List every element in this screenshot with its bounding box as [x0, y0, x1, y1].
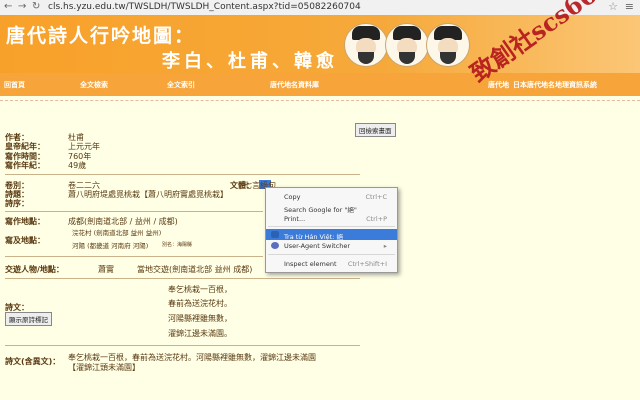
title-value: 蕭八明府堤處覓桃栽【蕭八明府實處覓桃栽】	[68, 190, 228, 199]
menu-separator	[268, 254, 395, 255]
divider	[5, 211, 263, 212]
user-agent-extension-icon	[271, 242, 279, 249]
mention-place: 河陽 (都畿道 河南府 河陽)	[72, 242, 149, 250]
menu-item-han-viet[interactable]: Tra từ Hán Việt: 絕	[266, 229, 397, 241]
mention-alias: 別名：海陽縣	[162, 242, 193, 248]
mention-label: 寫及地點：	[5, 236, 45, 245]
menu-item-search-google[interactable]: Search Google for "絕"	[266, 202, 397, 214]
person-label: 交遊人物/地點：	[5, 265, 64, 274]
poem-full-label: 詩文(含異文)：	[5, 357, 61, 366]
place-label: 寫作地點：	[5, 217, 45, 226]
mention-place: 浣花村 (劍南道北部 益州 益州)	[72, 229, 162, 237]
show-poem-marks-button[interactable]: 顯示原詩標記	[5, 312, 52, 326]
poem-line: 春前為送浣花村。	[168, 299, 232, 308]
translate-extension-icon	[271, 231, 279, 238]
person-value: 蕭實	[98, 265, 114, 274]
menu-separator	[268, 226, 395, 227]
menu-item-inspect[interactable]: Inspect element Ctrl+Shift+I	[266, 258, 397, 269]
divider	[5, 278, 360, 279]
context-menu: Copy Ctrl+C Search Google for "絕" Print.…	[265, 187, 398, 273]
person-place: 當地交遊(劍南道北部 益州 成都)	[137, 265, 253, 274]
preface-label: 詩序：	[5, 199, 29, 208]
divider	[5, 174, 360, 175]
back-to-search-button[interactable]: 回檢索畫面	[355, 123, 396, 137]
poem-line: 河陽縣裡雖無數，	[168, 314, 232, 323]
age-value: 49歲	[68, 161, 87, 170]
menu-item-print[interactable]: Print... Ctrl+P	[266, 213, 397, 224]
poem-full-variant: 【濯錦江頭未滿園】	[68, 363, 140, 372]
age-label: 寫作年紀：	[5, 161, 45, 170]
poem-line: 濯錦江邊未滿園。	[168, 329, 232, 338]
place-value: 成都(劍南道北部 / 益州 / 成都)	[68, 217, 178, 226]
poem-line: 奉乞桃栽一百根，	[168, 285, 232, 294]
divider	[5, 345, 360, 346]
menu-item-user-agent-switcher[interactable]: User-Agent Switcher ▸	[266, 240, 397, 251]
divider	[5, 256, 263, 257]
menu-item-copy[interactable]: Copy Ctrl+C	[266, 191, 397, 202]
